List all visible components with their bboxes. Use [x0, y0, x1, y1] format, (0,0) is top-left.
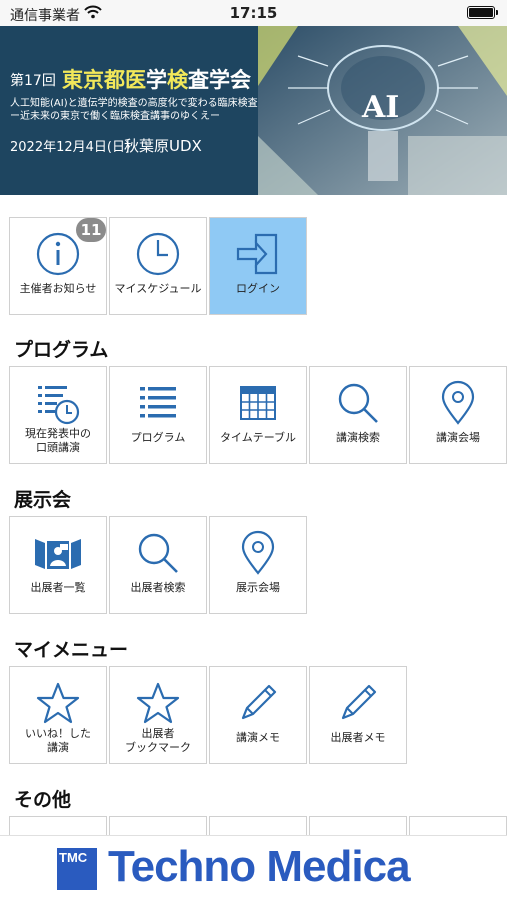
tile-label: 出展者 ブックマーク — [110, 727, 206, 755]
star-icon — [110, 679, 206, 727]
conf-name-part: 検 — [167, 68, 188, 92]
tile-label: 出展者メモ — [330, 731, 386, 744]
other-row — [9, 816, 507, 835]
tile-label: マイスケジュール — [114, 282, 202, 295]
sponsor-footer[interactable]: TMC Techno Medica — [0, 835, 507, 901]
tile-label: 主催者お知らせ — [19, 282, 97, 295]
section-title-exhibition: 展示会 — [14, 489, 72, 511]
tile-liked-talks[interactable]: いいね！した 講演 — [9, 666, 107, 764]
tile-label-line: ブックマーク — [125, 741, 191, 754]
notification-badge: 11 — [76, 218, 106, 242]
tile-talk-memo[interactable]: 講演メモ — [209, 666, 307, 764]
conf-name-part: 査学会 — [188, 68, 251, 92]
clock-time: 17:15 — [229, 4, 278, 22]
tile-label: ログイン — [236, 282, 280, 295]
my-menu-row: いいね！した 講演 出展者 ブックマーク 講演メモ 出展者メモ — [9, 666, 409, 764]
tile-exhibitor-bookmark[interactable]: 出展者 ブックマーク — [109, 666, 207, 764]
list-icon — [110, 379, 206, 427]
login-icon — [210, 230, 306, 278]
sponsor-brand: Techno Medica — [108, 842, 411, 891]
star-icon — [10, 679, 106, 727]
section-title-other: その他 — [14, 789, 72, 811]
tile-label: 講演メモ — [236, 731, 280, 744]
program-row: 現在発表中の 口頭講演 プログラム タイムテーブル 講演検索 講演会場 — [9, 366, 507, 464]
tile-timetable[interactable]: タイムテーブル — [209, 366, 307, 464]
main-menu: 主催者お知らせ 11 マイスケジュール ログイン プログラム 現在発表中の 口頭… — [0, 195, 507, 835]
exhibitor-booth-icon — [10, 529, 106, 577]
battery-icon — [467, 6, 498, 19]
pencil-icon — [210, 679, 306, 727]
location-pin-icon — [410, 379, 506, 427]
tile-label: 講演検索 — [336, 431, 380, 444]
tile-label: 出展者一覧 — [30, 581, 86, 594]
tile-label-line: 現在発表中の — [25, 427, 91, 440]
conf-name-part: 学 — [146, 68, 167, 92]
conf-name-part: 医 — [125, 68, 146, 92]
location-pin-icon — [210, 529, 306, 577]
status-bar: 通信事業者 17:15 — [0, 0, 507, 26]
tile-talk-venue[interactable]: 講演会場 — [409, 366, 507, 464]
tile-organizer-news[interactable]: 主催者お知らせ 11 — [9, 217, 107, 315]
pencil-icon — [310, 679, 406, 727]
tile-label: 展示会場 — [236, 581, 280, 594]
tile-label: 現在発表中の 口頭講演 — [10, 427, 106, 455]
tile-exhibitor-search[interactable]: 出展者検索 — [109, 516, 207, 614]
tile-login[interactable]: ログイン — [209, 217, 307, 315]
tile-other[interactable] — [309, 816, 407, 835]
conference-name: 東京都医学検査学会 — [62, 64, 251, 94]
tile-label: プログラム — [130, 431, 186, 444]
clock-icon — [110, 230, 206, 278]
tile-talk-search[interactable]: 講演検索 — [309, 366, 407, 464]
tmc-logo-text: TMC — [59, 850, 88, 865]
ai-logo-text: AI — [362, 90, 400, 125]
top-menu-row: 主催者お知らせ 11 マイスケジュール ログイン — [9, 217, 309, 315]
tile-current-talks[interactable]: 現在発表中の 口頭講演 — [9, 366, 107, 464]
tile-label: 出展者検索 — [130, 581, 186, 594]
conference-banner[interactable]: AI 第17回 東京都医学検査学会 人工知能(AI)と遺伝学的検査の高度化で変わ… — [0, 26, 507, 195]
tile-my-schedule[interactable]: マイスケジュール — [109, 217, 207, 315]
tile-other[interactable] — [9, 816, 107, 835]
tile-label-line: 講演 — [47, 741, 69, 754]
search-icon — [110, 529, 206, 577]
calendar-icon — [210, 379, 306, 427]
exhibition-row: 出展者一覧 出展者検索 展示会場 — [9, 516, 309, 614]
tile-label-line: 口頭講演 — [36, 441, 80, 454]
tile-other[interactable] — [109, 816, 207, 835]
tile-exhibition-hall[interactable]: 展示会場 — [209, 516, 307, 614]
list-clock-icon — [10, 379, 106, 427]
conference-date: 2022年12月4日(日) — [10, 140, 131, 155]
tile-label-line: 出展者 — [141, 727, 175, 740]
tile-other[interactable] — [409, 816, 507, 835]
section-title-program: プログラム — [14, 339, 109, 361]
conference-edition: 第17回 — [10, 73, 56, 89]
conference-subtheme: ー近未来の東京で働く臨床検査講事のゆくえー — [10, 111, 220, 122]
section-title-my-menu: マイメニュー — [14, 639, 129, 661]
conf-name-part: 東京都 — [62, 68, 125, 92]
conference-venue: 秋葉原UDX — [124, 137, 202, 155]
tile-label: タイムテーブル — [219, 431, 297, 444]
tile-label: いいね！した 講演 — [10, 727, 106, 755]
search-icon — [310, 379, 406, 427]
tile-program[interactable]: プログラム — [109, 366, 207, 464]
tile-exhibitor-memo[interactable]: 出展者メモ — [309, 666, 407, 764]
tile-exhibitor-list[interactable]: 出展者一覧 — [9, 516, 107, 614]
tile-label-line: いいね！した — [25, 727, 91, 740]
tmc-logo: TMC — [57, 848, 97, 890]
tile-other[interactable] — [209, 816, 307, 835]
tile-label: 講演会場 — [436, 431, 480, 444]
